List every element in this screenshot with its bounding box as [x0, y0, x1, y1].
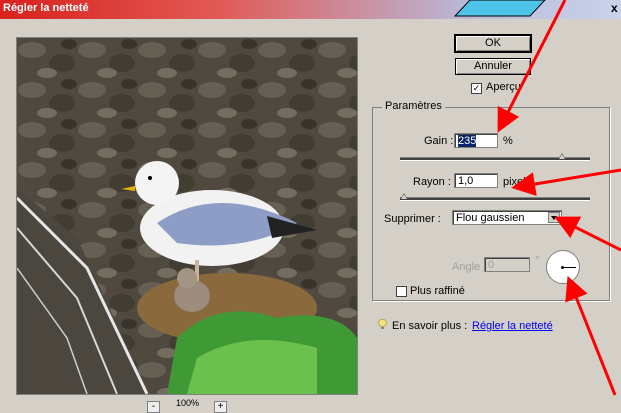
ok-button[interactable]: OK: [454, 34, 532, 53]
window-title: Régler la netteté: [3, 2, 89, 14]
radius-label: Rayon :: [413, 176, 451, 188]
remove-label: Supprimer :: [384, 213, 441, 225]
radius-unit: pixels: [503, 176, 532, 188]
cancel-button[interactable]: Annuler: [455, 58, 531, 75]
radius-slider-thumb[interactable]: [400, 193, 408, 200]
radius-input[interactable]: 1,0: [454, 173, 498, 188]
close-icon[interactable]: x: [611, 1, 621, 15]
remove-select[interactable]: Flou gaussien: [452, 210, 562, 225]
gain-slider-thumb[interactable]: [558, 153, 566, 160]
preview-checkbox[interactable]: ✓: [471, 83, 482, 94]
angle-label: Angle :: [452, 261, 487, 273]
learn-more-link[interactable]: Régler la netteté: [472, 320, 553, 332]
gain-value: 235: [458, 135, 477, 147]
refined-checkbox-label: Plus raffiné: [410, 285, 465, 297]
angle-input[interactable]: 0: [484, 257, 530, 272]
preview-checkbox-label: Aperçu: [486, 81, 521, 93]
zoom-out-button[interactable]: -: [147, 401, 160, 413]
angle-unit: °: [535, 255, 540, 267]
remove-selected: Flou gaussien: [456, 212, 525, 224]
preview-image[interactable]: [16, 37, 358, 395]
radius-slider[interactable]: [400, 197, 590, 201]
angle-dial-icon[interactable]: [546, 250, 580, 284]
gain-unit: %: [503, 135, 513, 147]
parameters-group-title: Paramètres: [382, 100, 445, 112]
gain-input[interactable]: 235: [454, 133, 498, 148]
zoom-level: 100%: [176, 398, 200, 408]
learn-more-prefix: En savoir plus :: [392, 320, 468, 332]
preview-photo: [17, 38, 357, 394]
refined-checkbox[interactable]: [396, 286, 407, 297]
title-bar: Régler la netteté x: [0, 0, 621, 19]
chevron-down-icon[interactable]: [548, 212, 560, 223]
gain-label: Gain :: [424, 135, 454, 147]
zoom-in-button[interactable]: +: [214, 401, 227, 413]
lightbulb-icon: [378, 319, 387, 329]
